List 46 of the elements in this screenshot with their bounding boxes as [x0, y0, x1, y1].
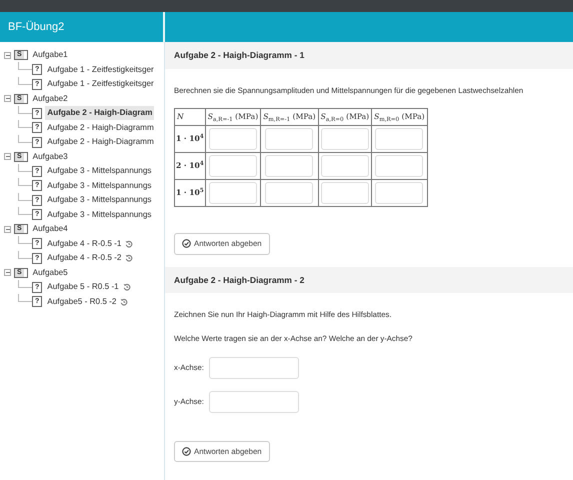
- tree-item[interactable]: Aufgabe5 - R0.5 -2: [45, 294, 118, 309]
- collapse-toggle-icon[interactable]: [4, 95, 11, 102]
- tree-group-label[interactable]: Aufgabe5: [30, 266, 70, 280]
- tree-item[interactable]: Aufgabe 2 - Haigh-Diagramm: [45, 135, 156, 150]
- input-field[interactable]: [208, 154, 257, 177]
- collapse-toggle-icon[interactable]: [4, 153, 11, 160]
- input-field[interactable]: [208, 356, 299, 378]
- tree-item[interactable]: Aufgabe 3 - Mittelspannungs: [45, 208, 154, 222]
- collapse-toggle-icon[interactable]: [4, 52, 11, 59]
- input-field[interactable]: [375, 128, 424, 150]
- retry-icon[interactable]: [122, 283, 131, 292]
- input-field[interactable]: [320, 182, 369, 204]
- tree-group-label[interactable]: Aufgabe2: [30, 92, 70, 106]
- input-field[interactable]: [265, 154, 314, 177]
- collapse-toggle-icon[interactable]: [4, 226, 11, 233]
- app-title: BF-Übung2: [0, 12, 165, 42]
- tree-group-label[interactable]: Aufgabe3: [30, 150, 70, 164]
- input-field[interactable]: [320, 154, 369, 177]
- tree-item[interactable]: Aufgabe 5 - R0.5 -1: [45, 280, 121, 294]
- retry-icon[interactable]: [125, 254, 134, 262]
- input-field[interactable]: [375, 182, 424, 204]
- tree-item[interactable]: Aufgabe 2 - Haigh-Diagramm: [45, 120, 156, 135]
- tree-item[interactable]: Aufgabe 4 - R-0.5 -2: [45, 251, 124, 266]
- retry-icon[interactable]: [120, 298, 128, 306]
- input-field[interactable]: [320, 128, 369, 150]
- tree-item[interactable]: Aufgabe 1 - Zeitfestigkeitsger: [45, 77, 156, 92]
- input-field[interactable]: [208, 182, 257, 204]
- tree-item[interactable]: Aufgabe 3 - Mittelspannungs: [45, 164, 154, 178]
- input-field[interactable]: [208, 128, 257, 150]
- check-circle-icon: [182, 239, 191, 248]
- section-title: Aufgabe 2 - Haigh-Diagramm - 1: [165, 42, 573, 69]
- input-field[interactable]: [208, 390, 299, 412]
- tree-item[interactable]: Aufgabe 2 - Haigh-Diagram: [45, 106, 154, 120]
- input-field[interactable]: [375, 154, 424, 177]
- tree-group-label[interactable]: Aufgabe4: [30, 222, 70, 236]
- input-field[interactable]: [265, 182, 314, 204]
- tree-item[interactable]: Aufgabe 3 - Mittelspannungs: [45, 178, 154, 193]
- tree-item[interactable]: Aufgabe 1 - Zeitfestigkeitsger: [45, 62, 156, 77]
- collapse-toggle-icon[interactable]: [4, 269, 11, 276]
- check-circle-icon: [182, 446, 191, 456]
- tree-item[interactable]: Aufgabe 3 - Mittelspannungs: [45, 193, 154, 208]
- tree-group-label[interactable]: Aufgabe1: [30, 48, 70, 62]
- section-title: Aufgabe 2 - Haigh-Diagramm - 2: [165, 266, 573, 294]
- input-field[interactable]: [265, 128, 314, 150]
- tree-item[interactable]: Aufgabe 4 - R-0.5 -1: [45, 236, 124, 251]
- retry-icon[interactable]: [125, 240, 134, 248]
